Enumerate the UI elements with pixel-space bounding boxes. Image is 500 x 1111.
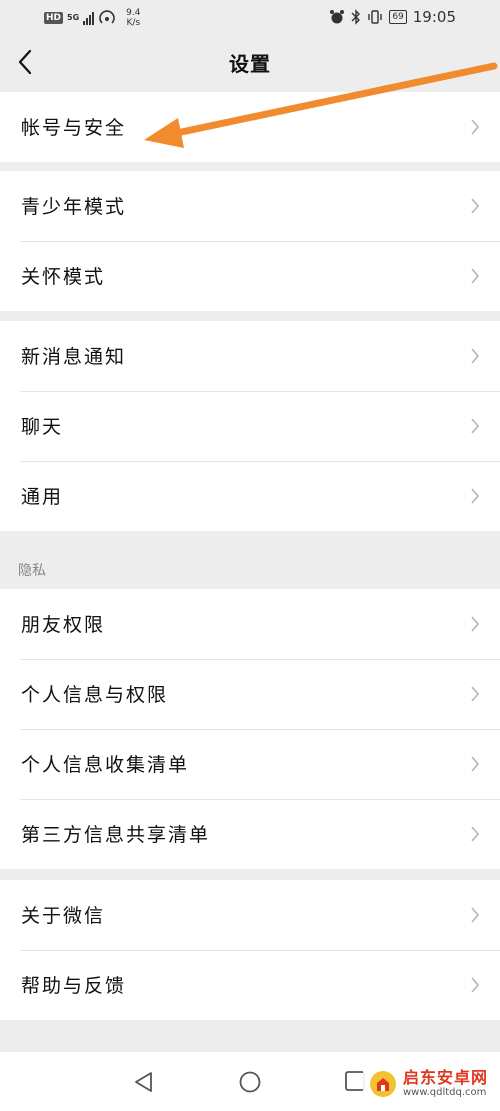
speed-value: 9.4 [126, 8, 141, 18]
chevron-right-icon [471, 616, 480, 632]
row-label: 帮助与反馈 [21, 975, 127, 997]
bluetooth-icon [351, 9, 361, 25]
row-label: 朋友权限 [21, 614, 106, 636]
clock: 19:05 [412, 8, 456, 26]
section-title-privacy: 隐私 [18, 563, 46, 579]
signal-icon [83, 11, 95, 25]
row-general[interactable]: 通用 [0, 461, 500, 531]
chevron-right-icon [471, 418, 480, 434]
row-help-feedback[interactable]: 帮助与反馈 [0, 950, 500, 1020]
hotspot-icon [99, 10, 115, 24]
battery-indicator: 69 [389, 10, 407, 24]
row-about-wechat[interactable]: 关于微信 [0, 880, 500, 950]
chevron-right-icon [471, 268, 480, 284]
speed-unit: K/s [126, 18, 141, 28]
chevron-right-icon [471, 756, 480, 772]
status-bar: HD 5G 9.4 K/s 69 19:05 [0, 0, 500, 36]
chevron-right-icon [471, 907, 480, 923]
network-speed: 9.4 K/s [126, 8, 140, 28]
chevron-right-icon [471, 198, 480, 214]
row-account-security[interactable]: 帐号与安全 [0, 92, 500, 162]
status-right: 69 19:05 [329, 8, 456, 26]
row-third-party-sharing-list[interactable]: 第三方信息共享清单 [0, 799, 500, 869]
row-label: 关怀模式 [21, 266, 106, 288]
row-personal-info-permissions[interactable]: 个人信息与权限 [0, 659, 500, 729]
watermark-title: 启东安卓网 [402, 1068, 488, 1087]
settings-group-about: 关于微信 帮助与反馈 [0, 880, 500, 1020]
row-label: 聊天 [21, 416, 64, 438]
chevron-right-icon [471, 977, 480, 993]
row-label: 关于微信 [21, 905, 106, 927]
settings-group-modes: 青少年模式 关怀模式 [0, 171, 500, 311]
network-type: 5G [67, 13, 80, 22]
watermark: 启东安卓网 www.qdltdq.com [362, 1065, 494, 1103]
chevron-right-icon [471, 686, 480, 702]
chevron-right-icon [471, 119, 480, 135]
nav-bar: 设置 [0, 36, 500, 90]
row-friend-permissions[interactable]: 朋友权限 [0, 589, 500, 659]
settings-group-privacy: 朋友权限 个人信息与权限 个人信息收集清单 第三方信息共享清单 [0, 589, 500, 869]
page-title: 设置 [229, 52, 271, 76]
chevron-right-icon [471, 348, 480, 364]
row-label: 新消息通知 [21, 346, 127, 368]
row-label: 个人信息收集清单 [21, 754, 190, 776]
alarm-icon [330, 10, 345, 24]
row-chat[interactable]: 聊天 [0, 391, 500, 461]
status-left: HD 5G 9.4 K/s [44, 8, 140, 28]
chevron-right-icon [471, 488, 480, 504]
row-label: 个人信息与权限 [21, 684, 169, 706]
row-label: 通用 [21, 486, 64, 508]
row-label: 帐号与安全 [21, 117, 127, 139]
hd-badge: HD [44, 12, 64, 24]
row-new-message-notification[interactable]: 新消息通知 [0, 321, 500, 391]
row-care-mode[interactable]: 关怀模式 [0, 241, 500, 311]
nav-home-icon[interactable] [238, 1070, 262, 1094]
settings-group-general: 新消息通知 聊天 通用 [0, 321, 500, 531]
row-personal-info-collection-list[interactable]: 个人信息收集清单 [0, 729, 500, 799]
vibrate-icon [368, 10, 383, 24]
watermark-logo-icon [369, 1071, 396, 1097]
settings-group-account: 帐号与安全 [0, 92, 500, 162]
row-label: 青少年模式 [21, 196, 127, 218]
chevron-right-icon [471, 826, 480, 842]
nav-back-icon[interactable] [132, 1070, 154, 1094]
row-teen-mode[interactable]: 青少年模式 [0, 171, 500, 241]
row-label: 第三方信息共享清单 [21, 824, 211, 846]
watermark-url: www.qdltdq.com [402, 1087, 487, 1098]
